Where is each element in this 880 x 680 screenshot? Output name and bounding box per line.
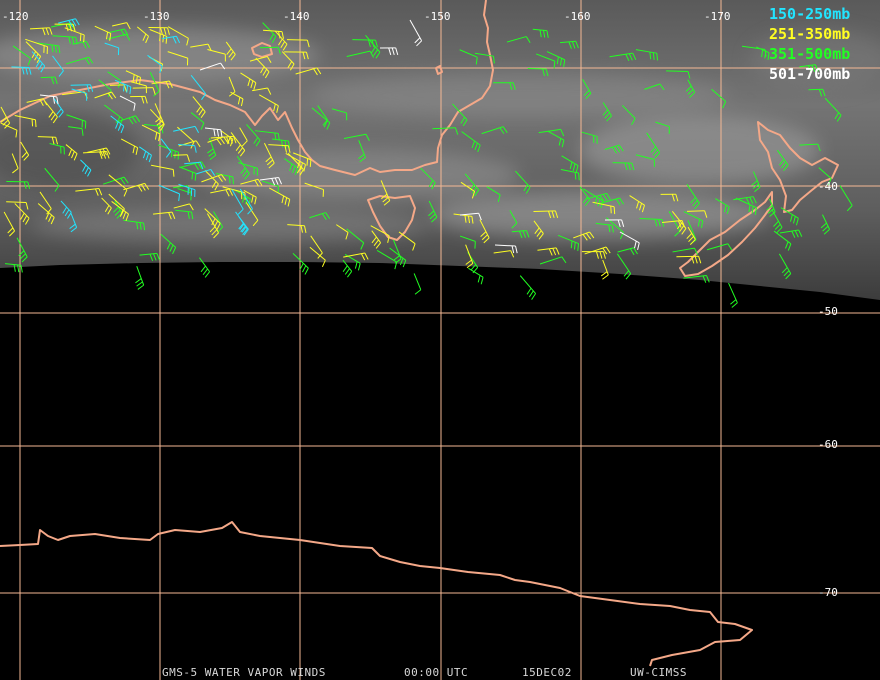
footer-source: UW-CIMSS xyxy=(630,666,687,679)
lon-label-130: -130 xyxy=(143,10,170,23)
legend-251-350mb: 251-350mb xyxy=(769,25,850,43)
lon-label-120: -120 xyxy=(2,10,29,23)
lon-label-140: -140 xyxy=(283,10,310,23)
water-vapor-wind-map: -120 -130 -140 -150 -160 -170 -40 -50 -6… xyxy=(0,0,880,680)
legend-150-250mb: 150-250mb xyxy=(769,5,850,23)
wind-barb xyxy=(728,282,738,308)
lat-label-70: -70 xyxy=(818,586,838,599)
lon-label-150: -150 xyxy=(424,10,451,23)
lon-label-160: -160 xyxy=(564,10,591,23)
lon-label-170: -170 xyxy=(704,10,731,23)
wind-barb xyxy=(413,273,422,295)
wind-barb xyxy=(468,267,484,285)
wind-barb xyxy=(135,266,145,290)
lat-label-50: -50 xyxy=(818,305,838,318)
footer-date: 15DEC02 xyxy=(522,666,572,679)
footer-caption: GMS-5 WATER VAPOR WINDS 00:00 UTC 15DEC0… xyxy=(162,666,687,679)
lat-label-40: -40 xyxy=(818,180,838,193)
wind-barb xyxy=(342,259,353,278)
legend-501-700mb: 501-700mb xyxy=(769,65,850,83)
lat-label-60: -60 xyxy=(818,438,838,451)
footer-product: GMS-5 WATER VAPOR WINDS xyxy=(162,666,326,679)
wind-barb xyxy=(519,275,537,300)
legend-351-500mb: 351-500mb xyxy=(769,45,850,63)
footer-time: 00:00 UTC xyxy=(404,666,468,679)
coastline-path xyxy=(0,521,753,667)
water-vapor-imagery xyxy=(0,0,880,300)
